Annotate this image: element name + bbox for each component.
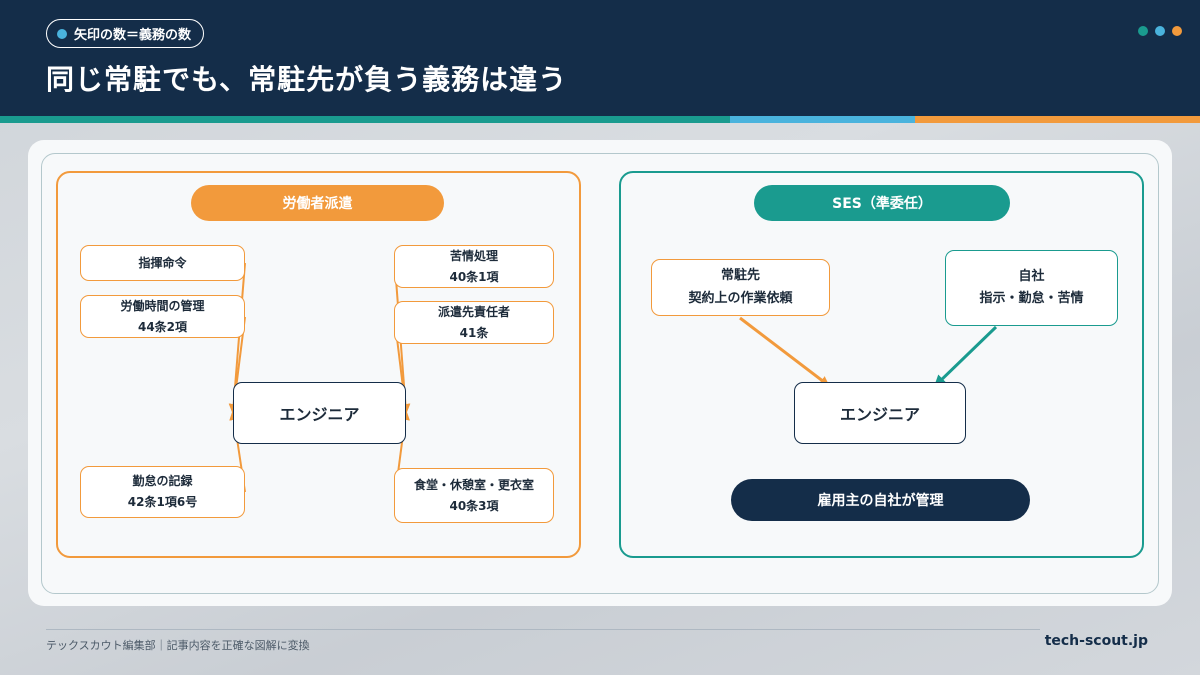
- own-company-box: 自社 指示・勤怠・苦情: [945, 250, 1118, 326]
- duty-label: 指揮命令: [138, 255, 187, 270]
- duty-box-attendance: 勤怠の記録 42条1項6号: [80, 466, 245, 518]
- duty-label: 苦情処理: [449, 248, 498, 263]
- duty-label: 勤怠の記録: [132, 474, 193, 488]
- footer-credit: テックスカウト編集部｜記事内容を正確な図解に変換: [46, 639, 310, 652]
- footer-site: tech-scout.jp: [1044, 633, 1148, 649]
- duty-label: 食堂・休憩室・更衣室: [413, 477, 534, 492]
- arrow-own-company: [933, 325, 998, 388]
- own-company-label: 自社: [1018, 268, 1045, 284]
- duty-box-command: 指揮命令: [80, 245, 245, 281]
- arrow-client: [739, 316, 830, 387]
- employer-note: 雇用主の自社が管理: [731, 479, 1030, 521]
- dispatch-title: 労働者派遣: [191, 185, 444, 221]
- duty-article: 40条1項: [449, 269, 499, 284]
- duty-article: 41条: [459, 325, 489, 340]
- client-detail: 契約上の作業依頼: [688, 290, 793, 306]
- client-label: 常駐先: [720, 268, 760, 284]
- duty-article: 40条3項: [449, 498, 499, 513]
- client-box: 常駐先 契約上の作業依頼: [651, 259, 830, 316]
- duty-article: 42条1項6号: [127, 495, 198, 509]
- own-company-detail: 指示・勤怠・苦情: [979, 291, 1084, 306]
- footer-divider: [46, 629, 1040, 630]
- duty-label: 派遣先責任者: [437, 304, 510, 319]
- duty-article: 44条2項: [137, 319, 188, 334]
- duty-box-manager: 派遣先責任者 41条: [394, 301, 554, 344]
- duty-box-facilities: 食堂・休憩室・更衣室 40条3項: [394, 468, 554, 523]
- engineer-node-ses: エンジニア: [794, 382, 966, 444]
- ses-title: SES（準委任）: [754, 185, 1010, 221]
- duty-box-complaint: 苦情処理 40条1項: [394, 245, 554, 288]
- duty-label: 労働時間の管理: [120, 298, 205, 313]
- engineer-node-dispatch: エンジニア: [233, 382, 406, 444]
- duty-box-hours: 労働時間の管理 44条2項: [80, 295, 245, 338]
